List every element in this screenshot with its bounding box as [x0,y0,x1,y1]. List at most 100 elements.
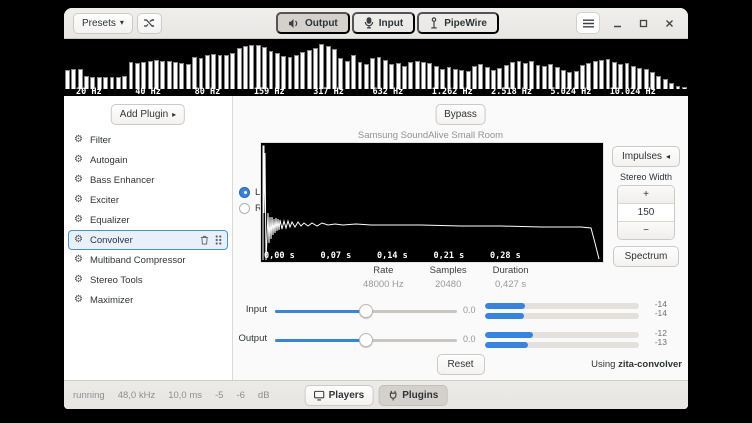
spectrum-bar [205,55,210,89]
sidebar-item-multiband-compressor[interactable]: ⚙ Multiband Compressor [68,250,228,270]
spectrum-bar [71,69,76,89]
plugin-label: Multiband Compressor [90,255,186,266]
output-level-values: -12-13 [641,329,667,347]
input-gain-row: Input0.0-14-14 [233,300,688,322]
output-gain-row: Output0.0-12-13 [233,329,688,351]
output-gain-value: 0.0 [463,334,476,344]
info-value: 48000 Hz [363,279,404,290]
spectrum-bar [338,58,343,89]
level-meter [485,303,639,309]
plugin-label: Filter [90,135,111,146]
maximize-button[interactable] [634,14,652,32]
tab-input[interactable]: Input [352,12,415,34]
sidebar-item-exciter[interactable]: ⚙Exciter [68,190,228,210]
spectrum-bar [593,61,598,89]
sidebar-item-stereo-tools[interactable]: ⚙Stereo Tools [68,270,228,290]
level-meter [485,342,639,348]
spectrum-bar [154,60,159,89]
plugins-label: Plugins [402,390,438,401]
level-meter [485,332,639,338]
spectrum-bar [199,58,204,89]
spectrum-bar [529,61,534,89]
sidebar-item-equalizer[interactable]: ⚙Equalizer [68,210,228,230]
level-value: -13 [641,338,667,347]
spectrum-bar [415,61,420,89]
sidebar-item-bass-enhancer[interactable]: ⚙ Bass Enhancer [68,170,228,190]
tab-pipewire[interactable]: PipeWire [417,12,499,34]
channel-radio-l[interactable]: L [239,184,262,200]
channel-radio-r[interactable]: R [239,200,262,216]
players-icon [314,390,325,401]
stereo-width-value[interactable]: 150 [618,204,674,221]
plugin-label: Bass Enhancer [90,175,154,186]
stereo-width-label: Stereo Width [620,172,672,182]
time-tick-label: 0,07 s [321,251,352,261]
status-item: 48,0 kHz [118,390,156,401]
spectrum-bar [345,61,350,89]
spectrum-bar [497,68,502,89]
spectrum-bar [243,46,248,89]
plug-icon [387,390,398,401]
spectrum-bar [364,64,369,89]
slider-handle[interactable] [359,333,373,347]
impulse-plot: 0,00 s0,07 s0,14 s0,21 s0,28 s [260,142,604,263]
spectrum-bar [269,51,274,89]
presets-button[interactable]: Presets ▾ [73,13,133,34]
slider-handle[interactable] [359,304,373,318]
output-gain-slider[interactable] [275,339,457,342]
spectrum-bar [427,63,432,89]
minimize-button[interactable] [608,14,626,32]
spectrum-bar [637,68,642,89]
spectrum-bar [218,55,223,90]
info-label: Duration [493,265,529,276]
plugin-label: Equalizer [90,215,130,226]
spectrum-bar [313,48,318,89]
players-label: Players [329,390,365,401]
sidebar-item-maximizer[interactable]: ⚙Maximizer [68,290,228,310]
tab-output[interactable]: Output [276,12,350,34]
drag-handle-icon[interactable] [215,235,222,245]
gear-icon: ⚙ [74,175,83,185]
shuffle-presets-button[interactable] [137,13,162,34]
radio-dot [239,187,250,198]
spectrum-bar [186,64,191,89]
input-level-meters [485,303,639,323]
reset-button[interactable]: Reset [437,354,485,375]
stereo-width-increase-button[interactable]: + [618,186,674,204]
sidebar-item-filter[interactable]: ⚙Filter [68,130,228,150]
spectrum-bar [625,63,630,89]
info-label: Rate [363,265,404,276]
shuffle-icon [143,18,155,28]
add-plugin-button[interactable]: Add Plugin ▸ [111,104,185,125]
impulse-info-duration: Duration0,427 s [493,265,529,290]
trash-icon[interactable] [200,235,209,245]
players-button[interactable]: Players [305,385,374,406]
input-gain-slider[interactable] [275,310,457,313]
spectrum-bar [631,66,636,89]
spectrum-bar [141,62,146,89]
spectrum-bar [396,63,401,89]
impulse-info-rate: Rate 48000 Hz [363,265,404,290]
spectrum-bar [262,47,267,89]
spectrum-bar [249,45,254,89]
stereo-width-decrease-button[interactable]: − [618,221,674,239]
sidebar-item-autogain[interactable]: ⚙Autogain [68,150,228,170]
plugin-list: ⚙Filter⚙Autogain⚙Bass Enhancer⚙Exciter⚙E… [68,130,228,310]
impulse-title: Samsung SoundAlive Small Room [233,130,628,141]
spectrum-bar [192,57,197,89]
spectrum-bar [555,67,560,89]
close-button[interactable] [660,14,678,32]
bypass-button[interactable]: Bypass [435,104,486,125]
spectrum-button[interactable]: Spectrum [613,246,679,267]
spectrum-bar [612,62,617,89]
status-item: dB [258,390,270,401]
time-tick-label: 0,14 s [377,251,408,261]
status-stats: running48,0 kHz10,0 ms-5-6dB [73,390,270,401]
spectrum-bar [332,49,337,89]
menu-button[interactable] [576,12,600,34]
plugins-button[interactable]: Plugins [378,385,447,406]
impulses-button[interactable]: Impulses ◂ [612,146,680,167]
sidebar-item-convolver[interactable]: ⚙Convolver [68,230,228,250]
spectrum-bar [586,63,591,89]
gear-icon: ⚙ [74,255,83,265]
